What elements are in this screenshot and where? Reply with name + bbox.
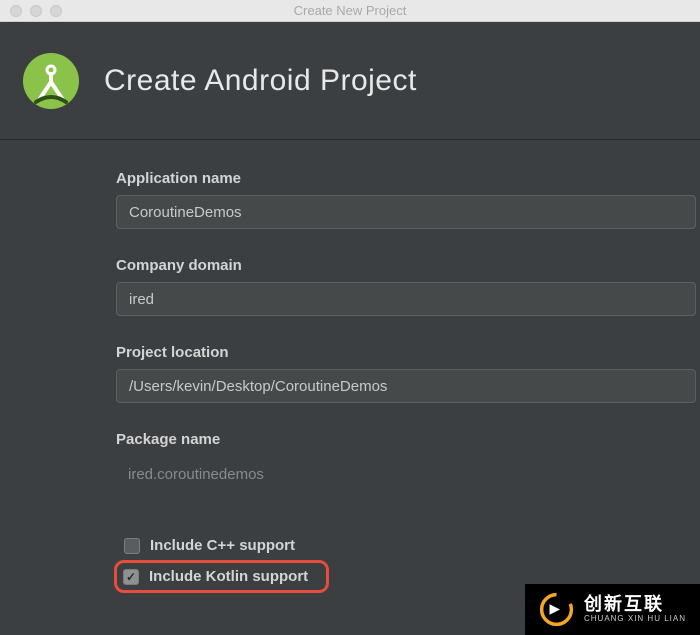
window-title: Create New Project: [294, 3, 407, 18]
watermark: 创新互联 CHUANG XIN HU LIAN: [525, 584, 700, 635]
include-cpp-option[interactable]: Include C++ support: [120, 531, 700, 560]
package-name-label: Package name: [116, 431, 700, 448]
minimize-window-button[interactable]: [30, 5, 42, 17]
form-content: Application name Company domain Project …: [0, 140, 700, 593]
close-window-button[interactable]: [10, 5, 22, 17]
application-name-group: Application name: [116, 170, 700, 229]
include-cpp-label: Include C++ support: [150, 537, 295, 554]
application-name-input[interactable]: [116, 195, 696, 229]
window-controls: [0, 5, 62, 17]
include-kotlin-checkbox[interactable]: [123, 569, 139, 585]
company-domain-input[interactable]: [116, 282, 696, 316]
project-location-input[interactable]: [116, 369, 696, 403]
watermark-en: CHUANG XIN HU LIAN: [584, 615, 686, 624]
project-location-label: Project location: [116, 344, 700, 361]
android-studio-icon: [22, 52, 80, 110]
package-name-group: Package name ired.coroutinedemos: [116, 431, 700, 483]
kotlin-highlight-annotation: Include Kotlin support: [114, 560, 329, 593]
page-title: Create Android Project: [104, 64, 417, 98]
package-name-value: ired.coroutinedemos: [116, 456, 700, 483]
watermark-text: 创新互联 CHUANG XIN HU LIAN: [584, 595, 686, 624]
dialog-header: Create Android Project: [0, 22, 700, 140]
application-name-label: Application name: [116, 170, 700, 187]
watermark-cn: 创新互联: [584, 595, 686, 615]
include-cpp-checkbox[interactable]: [124, 538, 140, 554]
company-domain-label: Company domain: [116, 257, 700, 274]
project-location-group: Project location: [116, 344, 700, 403]
zoom-window-button[interactable]: [50, 5, 62, 17]
window-titlebar: Create New Project: [0, 0, 700, 22]
include-kotlin-label: Include Kotlin support: [149, 568, 308, 585]
company-domain-group: Company domain: [116, 257, 700, 316]
watermark-logo-icon: [539, 592, 574, 627]
